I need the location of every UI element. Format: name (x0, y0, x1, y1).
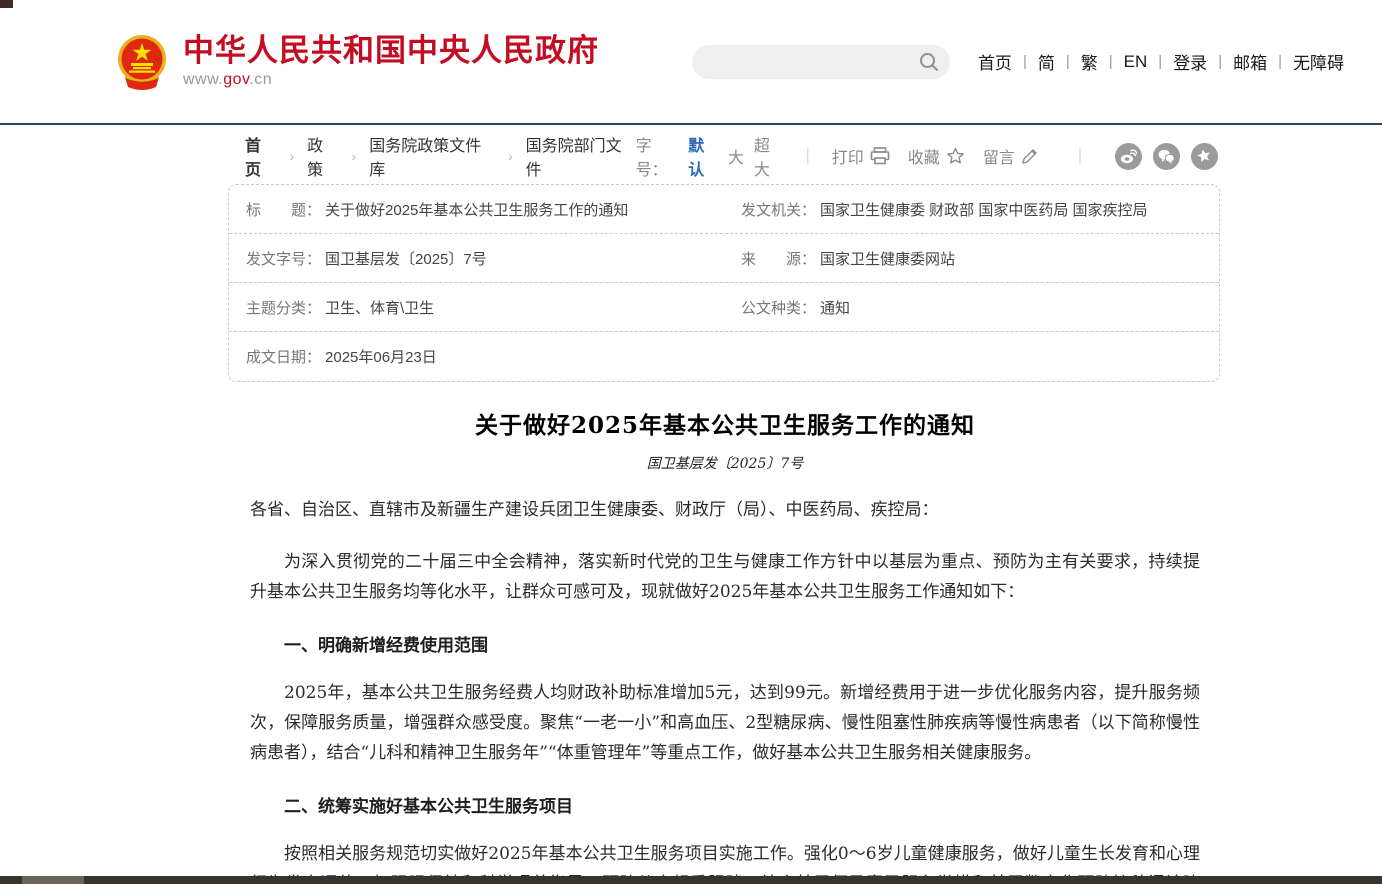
section-heading-2: 二、统筹实施好基本公共卫生服务项目 (250, 792, 1200, 817)
meta-label: 发文字号： (246, 248, 321, 269)
paragraph-intro: 为深入贯彻党的二十届三中全会精神，落实新时代党的卫生与健康工作方针中以基层为重点… (250, 547, 1200, 607)
site-identity: 中华人民共和国中央人民政府 www.gov.cn (183, 34, 599, 89)
meta-value: 国家卫生健康委网站 (820, 248, 955, 269)
nav-simplified[interactable]: 简 (1038, 49, 1055, 74)
breadcrumb-separator-icon: › (289, 148, 294, 164)
meta-value: 国家卫生健康委 财政部 国家中医药局 国家疾控局 (820, 199, 1148, 220)
bottom-bar-segment (22, 876, 84, 884)
meta-doc-type: 公文种类： 通知 (724, 297, 1219, 318)
nav-english[interactable]: EN (1124, 52, 1148, 72)
font-size-xlarge-button[interactable]: 超大 (754, 132, 784, 180)
meta-value: 通知 (820, 297, 850, 318)
font-size-default-button[interactable]: 默认 (688, 132, 718, 180)
search-icon[interactable] (918, 51, 940, 73)
search-box (692, 45, 950, 79)
national-emblem-icon (115, 33, 169, 91)
toolbar-divider: | (806, 147, 810, 165)
meta-label: 公文种类： (741, 297, 816, 318)
site-title: 中华人民共和国中央人民政府 (183, 34, 599, 68)
meta-doc-number: 发文字号： 国卫基层发〔2025〕7号 (229, 248, 724, 269)
toolbar-divider: | (1078, 147, 1082, 165)
meta-issuing-agency: 发文机关： 国家卫生健康委 财政部 国家中医药局 国家疾控局 (724, 199, 1219, 220)
meta-row-number-source: 发文字号： 国卫基层发〔2025〕7号 来 源： 国家卫生健康委网站 (229, 234, 1219, 283)
site-url: www.gov.cn (183, 71, 599, 89)
weibo-share-icon[interactable] (1115, 143, 1142, 170)
font-size-large-button[interactable]: 大 (728, 144, 744, 168)
meta-date: 成文日期： 2025年06月23日 (229, 346, 724, 367)
meta-source: 来 源： 国家卫生健康委网站 (724, 248, 1219, 269)
search-input[interactable] (692, 47, 950, 77)
breadcrumb-separator-icon: › (352, 148, 357, 164)
breadcrumb-policy-library[interactable]: 国务院政策文件库 (369, 132, 495, 180)
wechat-share-icon[interactable] (1153, 143, 1180, 170)
document-title: 关于做好2025年基本公共卫生服务工作的通知 (250, 406, 1200, 440)
breadcrumb-policy[interactable]: 政策 (307, 132, 338, 180)
paragraph-section-1: 2025年，基本公共卫生服务经费人均财政补助标准增加5元，达到99元。新增经费用… (250, 678, 1200, 768)
document-body: 关于做好2025年基本公共卫生服务工作的通知 国卫基层发〔2025〕7号 各省、… (228, 406, 1220, 884)
pencil-icon (1021, 148, 1038, 165)
site-logo[interactable]: 中华人民共和国中央人民政府 www.gov.cn (115, 33, 599, 91)
meta-topic-category: 主题分类： 卫生、体育\卫生 (229, 297, 724, 318)
top-nav: 首页 | 简 | 繁 | EN | 登录 | 邮箱 | 无障碍 (978, 49, 1344, 74)
nav-divider: | (1158, 53, 1162, 70)
nav-divider: | (1066, 53, 1070, 70)
page: 中华人民共和国中央人民政府 www.gov.cn 首页 | 简 | 繁 | EN… (0, 0, 1382, 884)
printer-icon (870, 147, 890, 165)
star-icon (946, 147, 965, 165)
nav-divider: | (1278, 53, 1282, 70)
content-column: 首页 › 政策 › 国务院政策文件库 › 国务院部门文件 字号： 默认 大 超大… (228, 141, 1220, 884)
meta-label: 标 题： (246, 199, 321, 220)
favorite-button[interactable]: 收藏 (908, 144, 965, 168)
nav-divider: | (1109, 53, 1113, 70)
nav-accessibility[interactable]: 无障碍 (1293, 49, 1344, 74)
breadcrumb-home[interactable]: 首页 (245, 132, 276, 180)
share-star-icon[interactable] (1191, 143, 1218, 170)
breadcrumb-toolbar-row: 首页 › 政策 › 国务院政策文件库 › 国务院部门文件 字号： 默认 大 超大… (228, 141, 1220, 171)
breadcrumb-department-docs[interactable]: 国务院部门文件 (526, 132, 636, 180)
breadcrumb-separator-icon: › (508, 148, 513, 164)
document-meta-table: 标 题： 关于做好2025年基本公共卫生服务工作的通知 发文机关： 国家卫生健康… (228, 184, 1220, 382)
meta-value: 2025年06月23日 (325, 346, 437, 367)
meta-title: 标 题： 关于做好2025年基本公共卫生服务工作的通知 (229, 199, 724, 220)
print-button[interactable]: 打印 (832, 144, 890, 168)
nav-traditional[interactable]: 繁 (1081, 49, 1098, 74)
section-heading-1: 一、明确新增经费使用范围 (250, 631, 1200, 656)
paragraph-salutation: 各省、自治区、直辖市及新疆生产建设兵团卫生健康委、财政厅（局）、中医药局、疾控局… (250, 495, 1200, 525)
breadcrumb: 首页 › 政策 › 国务院政策文件库 › 国务院部门文件 (245, 132, 636, 180)
meta-label: 主题分类： (246, 297, 321, 318)
meta-row-date: 成文日期： 2025年06月23日 (229, 332, 1219, 381)
meta-value: 卫生、体育\卫生 (325, 297, 434, 318)
meta-label: 发文机关： (741, 199, 816, 220)
bottom-bar (0, 876, 1382, 884)
nav-divider: | (1023, 53, 1027, 70)
meta-label: 来 源： (741, 248, 816, 269)
meta-row-title-agency: 标 题： 关于做好2025年基本公共卫生服务工作的通知 发文机关： 国家卫生健康… (229, 185, 1219, 234)
nav-home[interactable]: 首页 (978, 49, 1012, 74)
meta-row-category-type: 主题分类： 卫生、体育\卫生 公文种类： 通知 (229, 283, 1219, 332)
nav-mail[interactable]: 邮箱 (1233, 49, 1267, 74)
nav-divider: | (1218, 53, 1222, 70)
meta-label: 成文日期： (246, 346, 321, 367)
corner-artifact (0, 0, 13, 8)
nav-login[interactable]: 登录 (1173, 49, 1207, 74)
document-number: 国卫基层发〔2025〕7号 (250, 453, 1200, 473)
font-size-label: 字号： (636, 132, 681, 180)
site-header: 中华人民共和国中央人民政府 www.gov.cn 首页 | 简 | 繁 | EN… (0, 0, 1382, 125)
meta-value: 国卫基层发〔2025〕7号 (325, 248, 487, 269)
page-toolbar: 字号： 默认 大 超大 | 打印 收藏 (636, 132, 1218, 180)
comment-button[interactable]: 留言 (983, 144, 1038, 168)
meta-value: 关于做好2025年基本公共卫生服务工作的通知 (325, 199, 628, 220)
